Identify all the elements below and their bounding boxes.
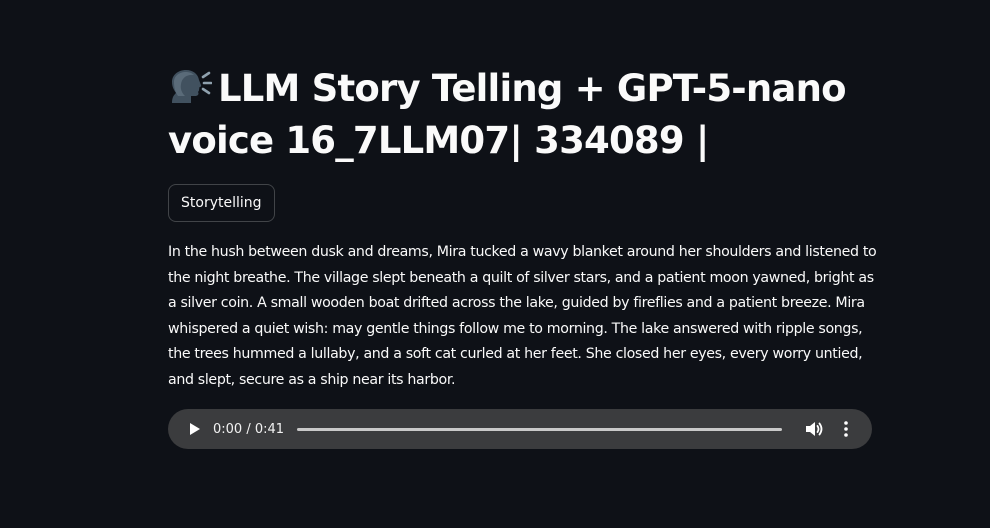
- audio-time-display: 0:00 / 0:41: [213, 421, 285, 437]
- page-title: LLM Story Telling + GPT-5-nano voice 16_…: [168, 63, 872, 167]
- volume-icon[interactable]: [804, 419, 824, 439]
- play-icon[interactable]: [185, 419, 205, 439]
- page-title-text: LLM Story Telling + GPT-5-nano voice 16_…: [168, 67, 847, 162]
- more-options-icon[interactable]: [838, 419, 854, 439]
- story-text: In the hush between dusk and dreams, Mir…: [168, 244, 877, 388]
- audio-progress-bar[interactable]: [297, 427, 782, 431]
- audio-player[interactable]: 0:00 / 0:41: [168, 409, 872, 449]
- storytelling-button[interactable]: Storytelling: [168, 184, 275, 222]
- speaking-head-icon: [168, 67, 213, 103]
